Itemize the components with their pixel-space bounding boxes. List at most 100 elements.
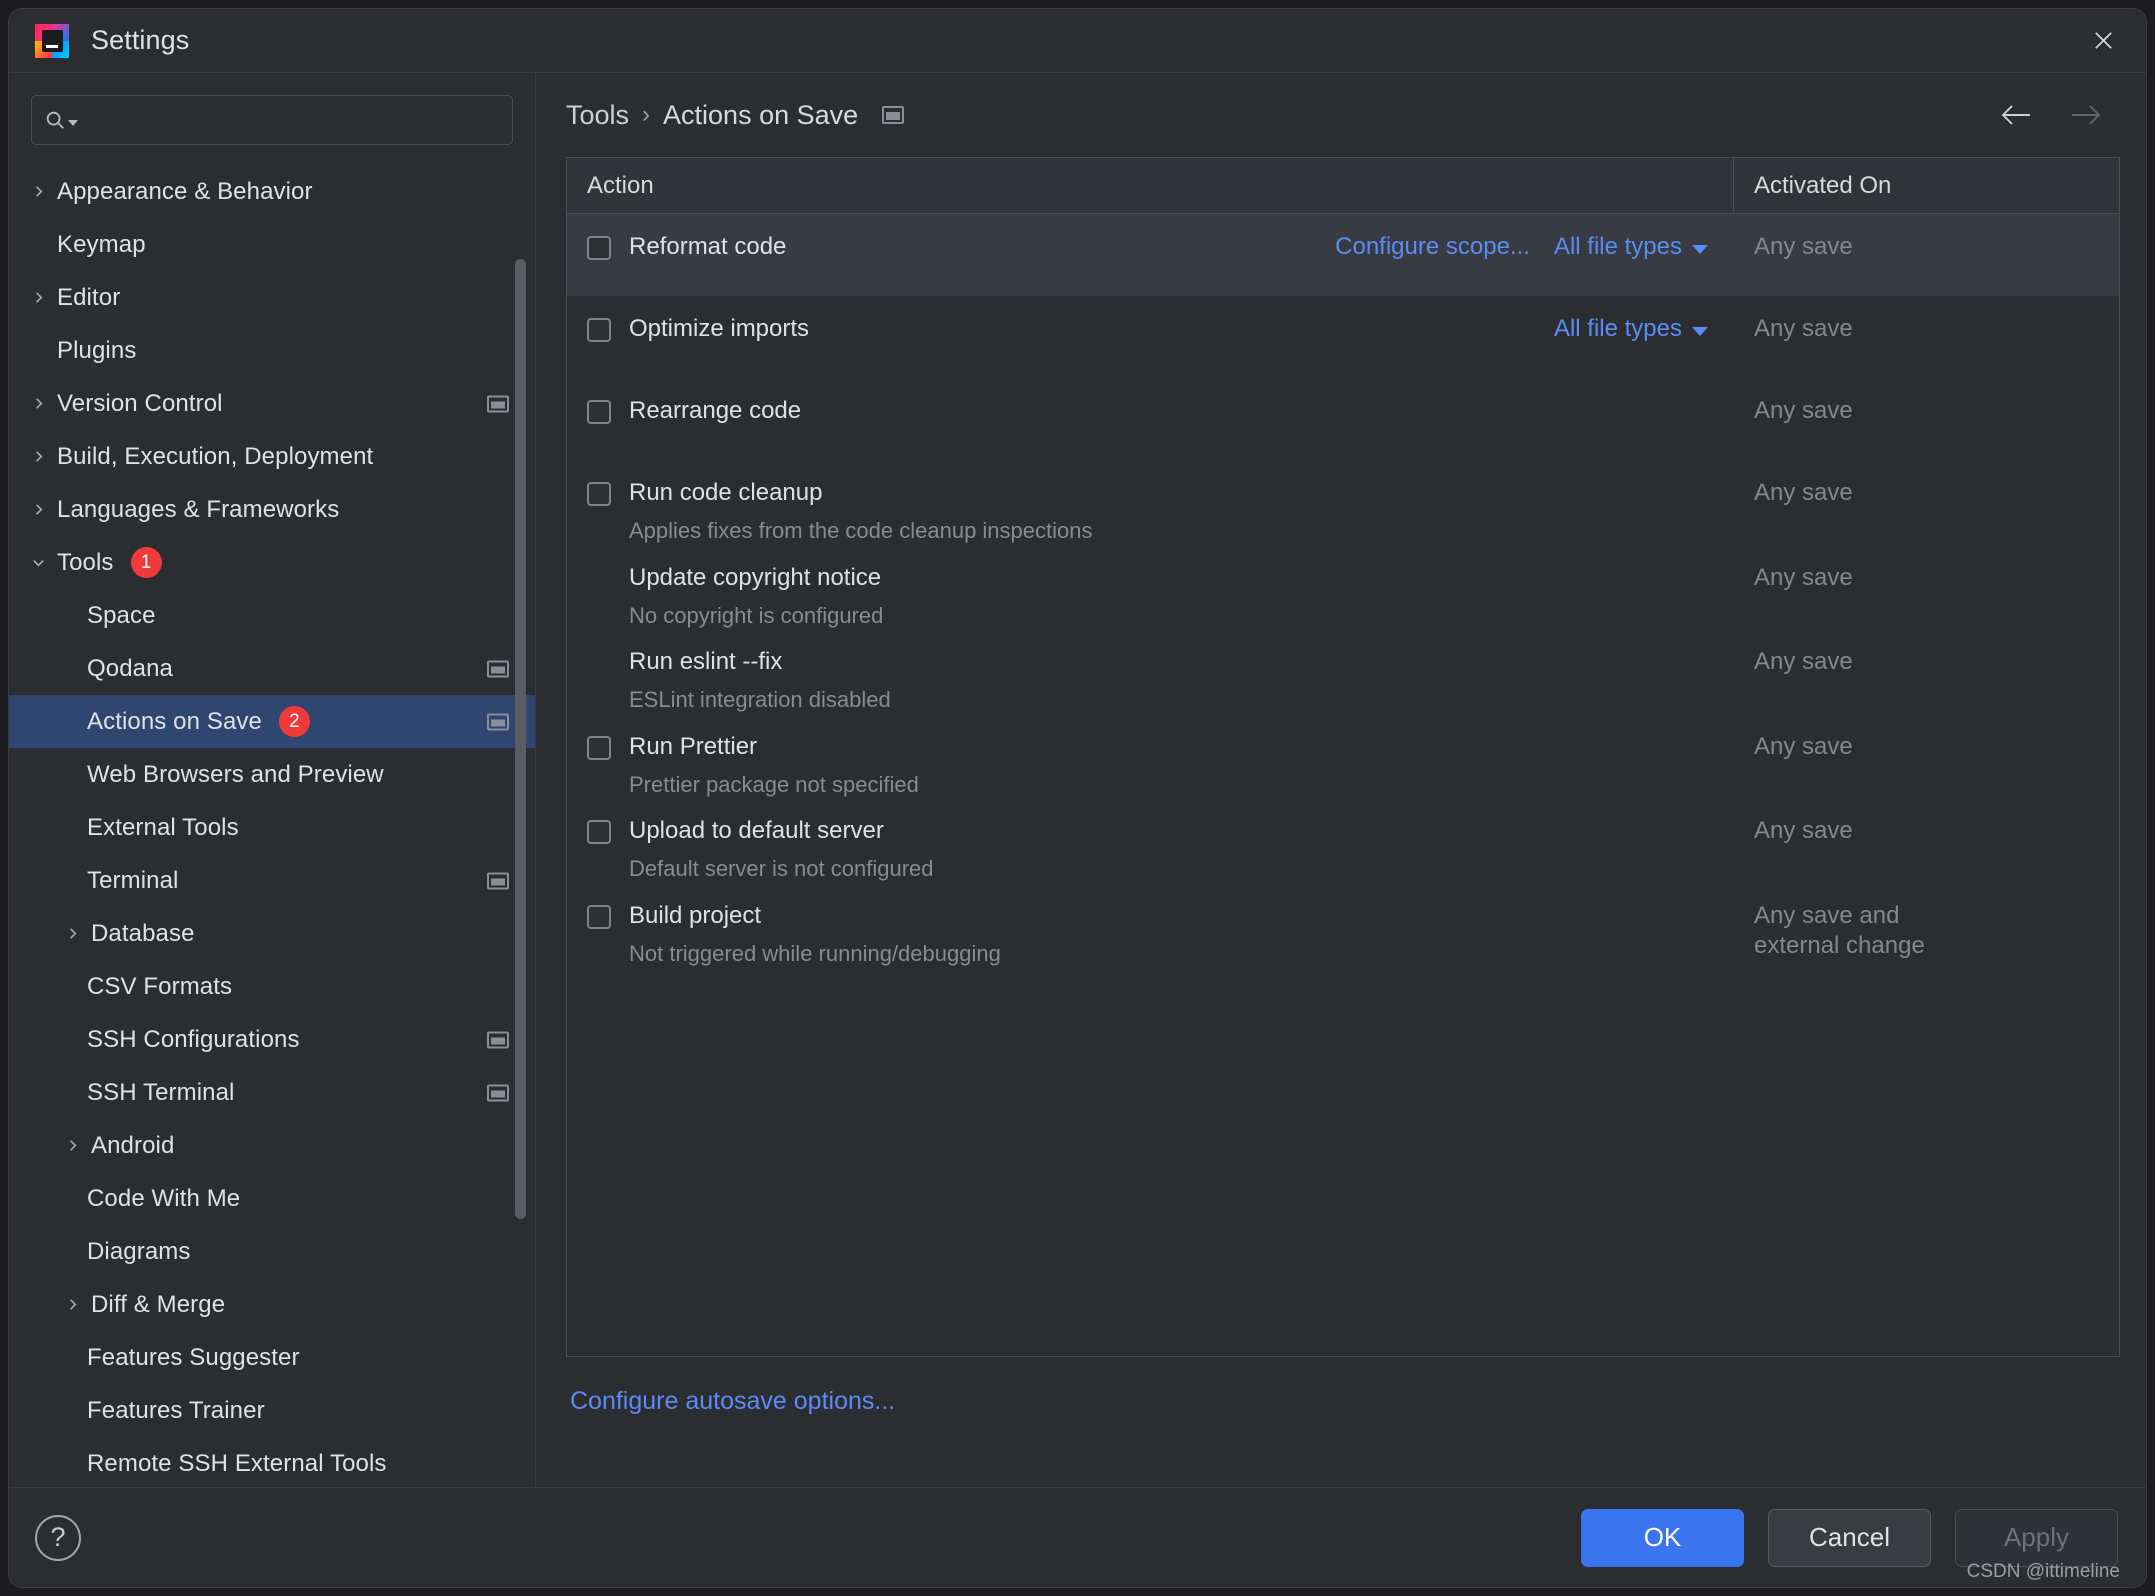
chevron-right-icon[interactable]	[23, 184, 53, 199]
table-row[interactable]: Update copyright notice No copyright is c…	[567, 545, 2119, 630]
sidebar-item-label: Database	[91, 919, 195, 947]
action-label-column: Rearrange code	[611, 396, 801, 426]
action-checkbox[interactable]	[587, 318, 611, 342]
action-name: Optimize imports	[629, 315, 810, 342]
action-checkbox[interactable]	[587, 236, 611, 260]
table-row[interactable]: Run eslint --fix ESLint integration disab…	[567, 629, 2119, 714]
chevron-right-icon[interactable]	[23, 290, 53, 305]
sidebar-item-android[interactable]: Android	[9, 1119, 535, 1172]
sidebar-item-appearance-behavior[interactable]: Appearance & Behavior	[9, 165, 535, 218]
sidebar-item-diff-merge[interactable]: Diff & Merge	[9, 1278, 535, 1331]
action-links: Configure scope... All file types	[1335, 233, 1734, 261]
sidebar-item-database[interactable]: Database	[9, 907, 535, 960]
action-cell: Rearrange code	[567, 396, 1734, 426]
close-icon[interactable]	[2080, 18, 2126, 64]
sidebar-item-web-browsers-and-preview[interactable]: Web Browsers and Preview	[9, 748, 535, 801]
sidebar-item-actions-on-save[interactable]: Actions on Save 2	[9, 695, 535, 748]
chevron-right-icon[interactable]	[23, 396, 53, 411]
sidebar-item-keymap[interactable]: Keymap	[9, 218, 535, 271]
chevron-right-icon[interactable]	[23, 502, 53, 517]
search-box[interactable]	[31, 95, 513, 145]
action-label-column: Optimize imports	[611, 314, 809, 344]
action-checkbox[interactable]	[587, 820, 611, 844]
sidebar-item-code-with-me[interactable]: Code With Me	[9, 1172, 535, 1225]
table-body: Reformat code Configure scope... All file …	[567, 214, 2119, 1356]
search-input[interactable]	[78, 108, 500, 132]
sidebar-item-tools[interactable]: Tools 1	[9, 536, 535, 589]
action-label-column: Run eslint --fix ESLint integration disab…	[611, 647, 891, 714]
project-settings-icon	[487, 660, 509, 677]
search-icon	[44, 109, 66, 131]
sidebar-item-label: Actions on Save	[87, 707, 262, 735]
chevron-right-icon[interactable]	[57, 1138, 87, 1153]
arrow-right-icon[interactable]	[2066, 95, 2106, 135]
action-name: Update copyright notice	[629, 563, 882, 591]
table-row[interactable]: Run code cleanup Applies fixes from the c…	[567, 460, 2119, 545]
settings-main-panel: Tools › Actions on Save Action Activated…	[536, 73, 2146, 1487]
chevron-down-icon[interactable]	[23, 555, 53, 570]
sidebar-scrollbar-thumb[interactable]	[515, 259, 526, 1219]
table-row[interactable]: Optimize imports All file types Any save	[567, 296, 2119, 378]
sidebar-scrollbar[interactable]	[515, 81, 529, 1479]
dialog-footer: ? OK Cancel Apply CSDN @ittimeline	[9, 1487, 2146, 1587]
sidebar-item-space[interactable]: Space	[9, 589, 535, 642]
action-checkbox[interactable]	[587, 400, 611, 424]
title-bar: Settings	[9, 9, 2146, 73]
settings-tree[interactable]: Appearance & Behavior Keymap Editor Plugins…	[9, 159, 535, 1487]
help-button[interactable]: ?	[35, 1514, 81, 1561]
sidebar-item-csv-formats[interactable]: CSV Formats	[9, 960, 535, 1013]
table-row[interactable]: Reformat code Configure scope... All file …	[567, 214, 2119, 296]
cancel-button[interactable]: Cancel	[1768, 1508, 1931, 1567]
action-checkbox[interactable]	[587, 482, 611, 506]
table-row[interactable]: Upload to default server Default server i…	[567, 798, 2119, 883]
activated-on-cell: Any save	[1754, 648, 1853, 675]
table-row[interactable]: Run Prettier Prettier package not specifi…	[567, 714, 2119, 799]
nav-arrows	[1996, 95, 2120, 135]
action-checkbox[interactable]	[587, 904, 611, 929]
sidebar-item-ssh-configurations[interactable]: SSH Configurations	[9, 1013, 535, 1066]
sidebar-item-features-suggester[interactable]: Features Suggester	[9, 1331, 535, 1384]
sidebar-item-plugins[interactable]: Plugins	[9, 324, 535, 377]
watermark: CSDN @ittimeline	[1966, 1561, 2120, 1582]
action-name: Run eslint --fix	[629, 648, 783, 675]
sidebar-item-languages-frameworks[interactable]: Languages & Frameworks	[9, 483, 535, 536]
sidebar-item-badge: 1	[130, 547, 162, 578]
ok-button[interactable]: OK	[1581, 1508, 1744, 1567]
file-types-dropdown[interactable]: All file types	[1554, 233, 1708, 261]
sidebar-item-label: Web Browsers and Preview	[87, 760, 384, 788]
action-links: All file types	[1554, 315, 1734, 343]
breadcrumb-parent[interactable]: Tools	[566, 100, 629, 131]
activated-on-cell: Any save	[1754, 563, 1853, 591]
sidebar-item-version-control[interactable]: Version Control	[9, 377, 535, 430]
intellij-idea-logo-icon	[35, 23, 69, 58]
search-dropdown-caret-icon[interactable]	[68, 119, 78, 126]
sidebar-item-editor[interactable]: Editor	[9, 271, 535, 324]
file-types-dropdown[interactable]: All file types	[1554, 315, 1708, 343]
page-content: Action Activated On Reformat code Configu…	[536, 157, 2146, 1487]
page-title: Actions on Save	[663, 99, 859, 130]
sidebar-item-label: Features Suggester	[87, 1343, 300, 1371]
sidebar-item-label: Tools	[57, 548, 114, 576]
project-settings-icon	[487, 395, 509, 412]
sidebar-item-remote-ssh-external-tools[interactable]: Remote SSH External Tools	[9, 1437, 535, 1487]
chevron-right-icon[interactable]	[57, 1297, 87, 1312]
sidebar-item-diagrams[interactable]: Diagrams	[9, 1225, 535, 1278]
project-settings-icon	[487, 713, 509, 730]
sidebar-item-external-tools[interactable]: External Tools	[9, 801, 535, 854]
sidebar-item-build-execution-deployment[interactable]: Build, Execution, Deployment	[9, 430, 535, 483]
chevron-right-icon[interactable]	[57, 926, 87, 941]
sidebar-item-ssh-terminal[interactable]: SSH Terminal	[9, 1066, 535, 1119]
breadcrumb: Tools › Actions on Save	[536, 73, 2146, 157]
table-row[interactable]: Build project Not triggered while running…	[567, 883, 2119, 968]
action-description: Default server is not configured	[629, 856, 934, 881]
sidebar-item-qodana[interactable]: Qodana	[9, 642, 535, 695]
sidebar-item-terminal[interactable]: Terminal	[9, 854, 535, 907]
sidebar-item-features-trainer[interactable]: Features Trainer	[9, 1384, 535, 1437]
configure-scope-link[interactable]: Configure scope...	[1335, 233, 1530, 261]
table-row[interactable]: Rearrange code Any save	[567, 378, 2119, 460]
chevron-right-icon[interactable]	[23, 449, 53, 464]
file-types-value: All file types	[1553, 315, 1682, 342]
action-checkbox[interactable]	[587, 735, 611, 760]
configure-autosave-options-link[interactable]: Configure autosave options...	[570, 1387, 895, 1415]
arrow-left-icon[interactable]	[1996, 95, 2036, 135]
